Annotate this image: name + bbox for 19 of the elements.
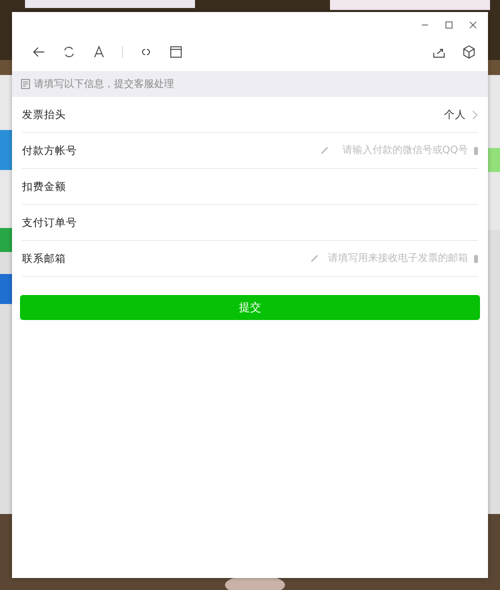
field-value[interactable]: 个人: [444, 108, 466, 122]
back-icon[interactable]: [32, 44, 46, 58]
input-field[interactable]: 请填写用来接收电子发票的邮箱: [324, 253, 468, 264]
refresh-icon[interactable]: [62, 44, 76, 58]
field-label: 扣费金额: [22, 180, 66, 194]
cube-icon[interactable]: [462, 44, 476, 58]
document-icon: [21, 79, 30, 89]
close-icon[interactable]: [468, 20, 478, 30]
field-label: 支付订单号: [22, 216, 77, 230]
input-field[interactable]: 请输入付款的微信号或QQ号: [334, 145, 468, 156]
field-label: 付款方帐号: [22, 144, 77, 158]
pencil-icon: [321, 147, 328, 154]
maximize-icon[interactable]: [444, 20, 454, 30]
pencil-icon: [311, 255, 318, 262]
window-icon[interactable]: [169, 44, 183, 58]
font-icon[interactable]: [92, 44, 106, 58]
notice-text: 请填写以下信息，提交客服处理: [34, 78, 174, 91]
field-label: 联系邮箱: [22, 252, 66, 266]
field-label: 发票抬头: [22, 108, 66, 122]
